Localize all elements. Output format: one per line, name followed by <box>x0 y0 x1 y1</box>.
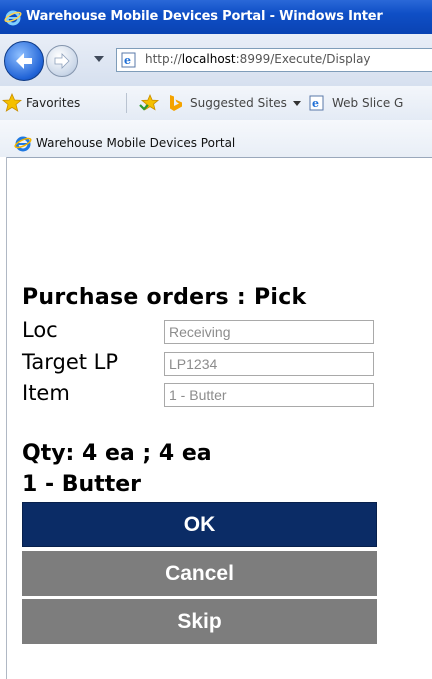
favorites-button[interactable]: Favorites <box>2 86 80 120</box>
star-icon <box>2 93 22 112</box>
address-bar: e http://localhost:8999/Execute/Display <box>0 34 432 87</box>
suggested-sites-link[interactable]: Suggested Sites <box>168 86 301 120</box>
window-title: Warehouse Mobile Devices Portal - Window… <box>26 9 383 24</box>
tab-bar: Warehouse Mobile Devices Portal <box>0 120 432 158</box>
tab-label: Warehouse Mobile Devices Portal <box>36 135 236 150</box>
back-button[interactable] <box>4 41 44 81</box>
cancel-button[interactable]: Cancel <box>22 551 377 596</box>
web-slice-gallery-link[interactable]: e Web Slice G <box>308 86 403 120</box>
url-text: http://localhost:8999/Execute/Display <box>145 52 371 66</box>
favorites-divider <box>126 93 127 113</box>
arrow-left-icon <box>16 53 32 69</box>
url-field[interactable]: e http://localhost:8999/Execute/Display <box>116 48 432 72</box>
add-to-favorites-bar-button[interactable] <box>138 86 160 120</box>
internet-explorer-icon <box>14 136 32 151</box>
arrow-right-icon <box>54 53 70 69</box>
page-icon: e <box>120 52 138 72</box>
chevron-down-icon <box>292 100 301 106</box>
url-prefix: http:// <box>145 52 182 66</box>
url-path: :8999/Execute/Display <box>235 52 371 66</box>
favorites-label: Favorites <box>26 96 81 110</box>
item-field[interactable] <box>164 383 374 407</box>
page-title: Purchase orders : Pick <box>22 285 307 310</box>
suggested-sites-label: Suggested Sites <box>190 96 287 110</box>
ok-button[interactable]: OK <box>22 502 377 547</box>
url-host: localhost <box>181 52 236 66</box>
web-slice-gallery-label: Web Slice G <box>332 96 404 110</box>
loc-label: Loc <box>22 318 58 342</box>
window-title-bar: Warehouse Mobile Devices Portal - Window… <box>0 0 432 34</box>
item-label: Item <box>22 381 70 405</box>
tab-warehouse-portal[interactable]: Warehouse Mobile Devices Portal <box>14 128 235 157</box>
forward-button[interactable] <box>46 45 78 77</box>
target-lp-label: Target LP <box>22 350 119 374</box>
skip-button[interactable]: Skip <box>22 599 377 644</box>
internet-explorer-icon <box>4 8 22 30</box>
svg-text:e: e <box>312 97 319 110</box>
add-favorite-icon <box>139 93 160 111</box>
content-frame-border <box>0 157 7 679</box>
page-content: Purchase orders : Pick Loc Target LP Ite… <box>22 157 432 679</box>
page-icon: e <box>309 95 324 111</box>
target-lp-field[interactable] <box>164 352 374 376</box>
recent-pages-dropdown[interactable] <box>94 56 104 62</box>
bing-icon <box>170 95 182 111</box>
item-description: 1 - Butter <box>22 472 141 497</box>
svg-text:e: e <box>124 54 131 67</box>
favorites-bar: Favorites Suggested Sites e Web Slice G <box>0 86 432 121</box>
loc-field[interactable] <box>164 320 374 344</box>
quantity-text: Qty: 4 ea ; 4 ea <box>22 441 212 466</box>
